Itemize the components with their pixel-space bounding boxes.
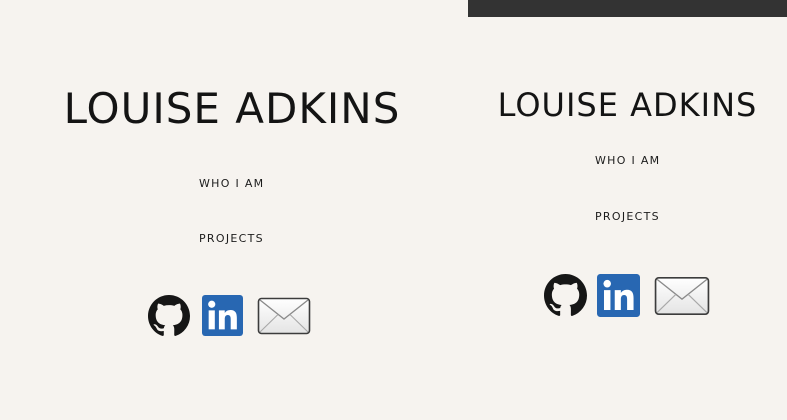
linkedin-link[interactable] (202, 295, 243, 336)
page-canvas: LOUISE ADKINS WHO I AM PROJECTS LOUISE A… (0, 0, 787, 420)
linkedin-icon (597, 274, 640, 317)
email-link[interactable] (654, 276, 710, 316)
github-icon (148, 295, 190, 336)
linkedin-link[interactable] (597, 274, 640, 317)
nav-link-projects[interactable]: PROJECTS (595, 210, 660, 223)
github-icon (544, 274, 587, 316)
nav-link-who-i-am[interactable]: WHO I AM (595, 154, 660, 167)
nav-link-who-i-am[interactable]: WHO I AM (199, 177, 264, 190)
linkedin-icon (202, 295, 243, 336)
site-title: LOUISE ADKINS (63, 84, 401, 133)
home-panel-wide: LOUISE ADKINS WHO I AM PROJECTS (0, 0, 464, 420)
envelope-icon (654, 277, 710, 315)
email-link[interactable] (257, 297, 311, 335)
envelope-icon (257, 297, 311, 335)
home-panel-narrow: LOUISE ADKINS WHO I AM PROJECTS (468, 0, 787, 420)
github-link[interactable] (544, 274, 587, 317)
github-link[interactable] (148, 295, 190, 337)
site-title: LOUISE ADKINS (497, 86, 758, 124)
nav-link-projects[interactable]: PROJECTS (199, 232, 264, 245)
